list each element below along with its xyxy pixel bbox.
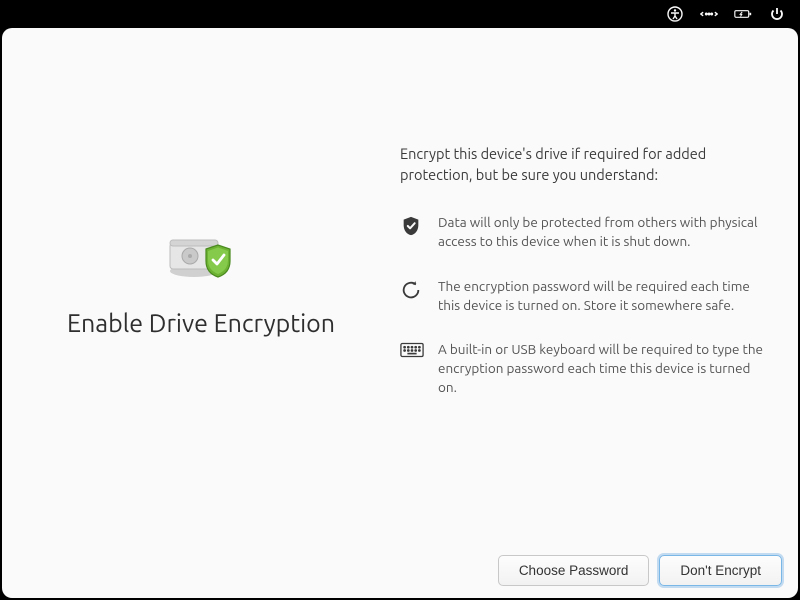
network-icon[interactable] bbox=[700, 5, 718, 23]
power-icon[interactable] bbox=[768, 5, 786, 23]
keyboard-icon bbox=[400, 342, 422, 364]
info-text: The encryption password will be required… bbox=[438, 277, 768, 315]
drive-shield-illustration bbox=[166, 229, 236, 285]
shield-check-icon bbox=[400, 215, 422, 237]
footer: Choose Password Don't Encrypt bbox=[2, 542, 798, 598]
right-panel: Encrypt this device's drive if required … bbox=[400, 123, 798, 443]
page-title: Enable Drive Encryption bbox=[67, 309, 335, 337]
intro-text: Encrypt this device's drive if required … bbox=[400, 143, 768, 185]
left-panel: Enable Drive Encryption bbox=[2, 209, 400, 357]
dont-encrypt-button[interactable]: Don't Encrypt bbox=[659, 555, 782, 586]
accessibility-icon[interactable] bbox=[666, 5, 684, 23]
installer-window: Enable Drive Encryption Encrypt this dev… bbox=[2, 28, 798, 598]
info-item-password: The encryption password will be required… bbox=[400, 277, 768, 315]
battery-icon[interactable] bbox=[734, 5, 752, 23]
info-text: A built-in or USB keyboard will be requi… bbox=[438, 340, 768, 397]
info-item-keyboard: A built-in or USB keyboard will be requi… bbox=[400, 340, 768, 397]
choose-password-button[interactable]: Choose Password bbox=[498, 555, 650, 586]
info-text: Data will only be protected from others … bbox=[438, 213, 768, 251]
menubar bbox=[0, 0, 800, 28]
info-item-protection: Data will only be protected from others … bbox=[400, 213, 768, 251]
refresh-icon bbox=[400, 279, 422, 301]
